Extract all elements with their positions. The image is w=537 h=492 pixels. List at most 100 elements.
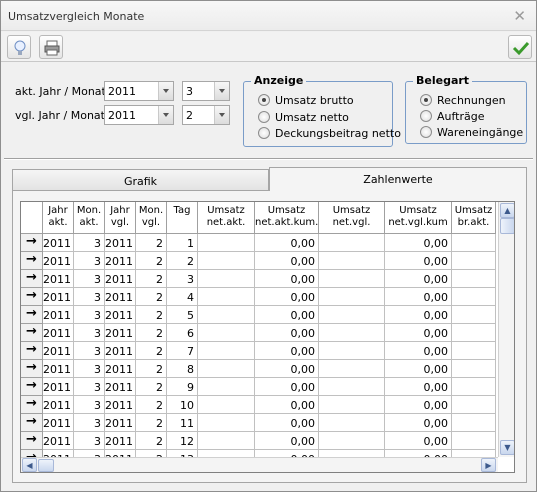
radio-dot[interactable] (258, 111, 270, 123)
table-cell[interactable]: 0,00 (385, 288, 452, 306)
table-cell[interactable] (198, 324, 255, 342)
table-row[interactable]: → 2011 3 2011 2 9 0,00 0,00 (21, 378, 496, 396)
table-cell[interactable]: 2 (136, 396, 167, 414)
table-cell[interactable]: 0,00 (255, 288, 319, 306)
row-arrow-icon[interactable]: → (21, 324, 43, 342)
table-cell[interactable]: 2011 (43, 270, 74, 288)
vertical-scrollbar[interactable]: ▲ ▼ (498, 202, 514, 457)
table-cell[interactable]: 3 (74, 324, 105, 342)
table-cell[interactable]: 2011 (43, 234, 74, 252)
table-cell[interactable]: 0,00 (385, 378, 452, 396)
table-cell[interactable]: 0,00 (255, 342, 319, 360)
table-cell[interactable]: 3 (74, 396, 105, 414)
table-cell[interactable] (319, 342, 385, 360)
table-cell[interactable]: 5 (167, 306, 198, 324)
table-cell[interactable]: 3 (167, 270, 198, 288)
table-cell[interactable]: 2011 (43, 342, 74, 360)
table-cell[interactable]: 4 (167, 288, 198, 306)
table-cell[interactable]: 2011 (105, 378, 136, 396)
scroll-down-icon[interactable]: ▼ (500, 440, 514, 455)
table-cell[interactable]: 2011 (105, 234, 136, 252)
table-cell[interactable]: 3 (74, 306, 105, 324)
table-cell[interactable] (319, 414, 385, 432)
column-header[interactable]: Jahr akt. (43, 202, 74, 234)
horizontal-scrollbar[interactable]: ◀ ▶ (21, 457, 498, 472)
table-row[interactable]: → 2011 3 2011 2 1 0,00 0,00 (21, 234, 496, 252)
table-cell[interactable] (319, 360, 385, 378)
table-cell[interactable]: 1 (167, 234, 198, 252)
radio-dot[interactable] (420, 126, 432, 138)
table-row[interactable]: → 2011 3 2011 2 4 0,00 0,00 (21, 288, 496, 306)
table-cell[interactable]: 3 (74, 360, 105, 378)
radio-dot[interactable] (258, 94, 270, 106)
table-cell[interactable]: 9 (167, 378, 198, 396)
column-header[interactable]: Mon. akt. (74, 202, 105, 234)
table-cell[interactable] (452, 396, 496, 414)
table-cell[interactable]: 0,00 (385, 270, 452, 288)
table-cell[interactable] (452, 252, 496, 270)
table-cell[interactable] (452, 342, 496, 360)
tab-zahlenwerte[interactable]: Zahlenwerte (269, 167, 527, 191)
table-cell[interactable]: 2 (136, 252, 167, 270)
table-cell[interactable] (319, 270, 385, 288)
table-cell[interactable]: 0,00 (385, 396, 452, 414)
table-row[interactable]: → 2011 3 2011 2 11 0,00 0,00 (21, 414, 496, 432)
table-cell[interactable]: 10 (167, 396, 198, 414)
table-cell[interactable]: 3 (74, 252, 105, 270)
table-cell[interactable]: 2 (136, 414, 167, 432)
row-arrow-icon[interactable]: → (21, 432, 43, 450)
table-cell[interactable]: 11 (167, 414, 198, 432)
scroll-thumb[interactable] (500, 218, 514, 234)
table-cell[interactable]: 2 (136, 432, 167, 450)
table-cell[interactable] (198, 414, 255, 432)
close-icon[interactable]: ✕ (513, 7, 526, 25)
table-cell[interactable]: 2011 (105, 324, 136, 342)
table-cell[interactable] (198, 432, 255, 450)
print-button[interactable] (39, 35, 63, 59)
chevron-down-icon[interactable] (158, 82, 173, 100)
radio-dot[interactable] (420, 94, 432, 106)
table-cell[interactable]: 2011 (105, 414, 136, 432)
table-cell[interactable]: 2011 (43, 360, 74, 378)
table-cell[interactable]: 2011 (105, 342, 136, 360)
table-cell[interactable]: 2011 (43, 378, 74, 396)
table-row[interactable]: → 2011 3 2011 2 8 0,00 0,00 (21, 360, 496, 378)
table-cell[interactable]: 8 (167, 360, 198, 378)
table-cell[interactable]: 2 (136, 234, 167, 252)
table-cell[interactable] (319, 252, 385, 270)
row-arrow-icon[interactable]: → (21, 288, 43, 306)
table-cell[interactable]: 3 (74, 234, 105, 252)
column-header[interactable]: Umsatz br.akt. (452, 202, 496, 234)
table-cell[interactable]: 0,00 (255, 396, 319, 414)
table-cell[interactable]: 2011 (43, 396, 74, 414)
table-cell[interactable]: 2011 (105, 432, 136, 450)
radio-dot[interactable] (420, 110, 432, 122)
table-cell[interactable] (198, 234, 255, 252)
table-cell[interactable]: 0,00 (385, 414, 452, 432)
table-cell[interactable] (198, 342, 255, 360)
table-cell[interactable] (198, 288, 255, 306)
scroll-up-icon[interactable]: ▲ (500, 203, 514, 218)
table-cell[interactable]: 2 (136, 270, 167, 288)
column-header[interactable]: Umsatz net.vgl.kum (385, 202, 452, 234)
table-cell[interactable]: 0,00 (385, 324, 452, 342)
table-cell[interactable]: 2 (136, 360, 167, 378)
table-cell[interactable] (198, 360, 255, 378)
chevron-down-icon[interactable] (214, 106, 229, 124)
table-cell[interactable]: 0,00 (255, 270, 319, 288)
table-cell[interactable]: 3 (74, 342, 105, 360)
column-header[interactable]: Umsatz net.vgl. (319, 202, 385, 234)
row-arrow-icon[interactable]: → (21, 252, 43, 270)
tab-grafik[interactable]: Grafik (12, 169, 269, 191)
table-cell[interactable]: 0,00 (385, 252, 452, 270)
table-cell[interactable]: 2011 (43, 324, 74, 342)
table-cell[interactable]: 0,00 (385, 306, 452, 324)
scroll-thumb[interactable] (38, 459, 54, 472)
table-cell[interactable]: 0,00 (385, 234, 452, 252)
table-cell[interactable]: 2 (136, 324, 167, 342)
table-cell[interactable]: 2011 (43, 306, 74, 324)
row-arrow-icon[interactable]: → (21, 378, 43, 396)
table-row[interactable]: → 2011 3 2011 2 12 0,00 0,00 (21, 432, 496, 450)
table-cell[interactable]: 0,00 (385, 432, 452, 450)
table-cell[interactable]: 3 (74, 414, 105, 432)
